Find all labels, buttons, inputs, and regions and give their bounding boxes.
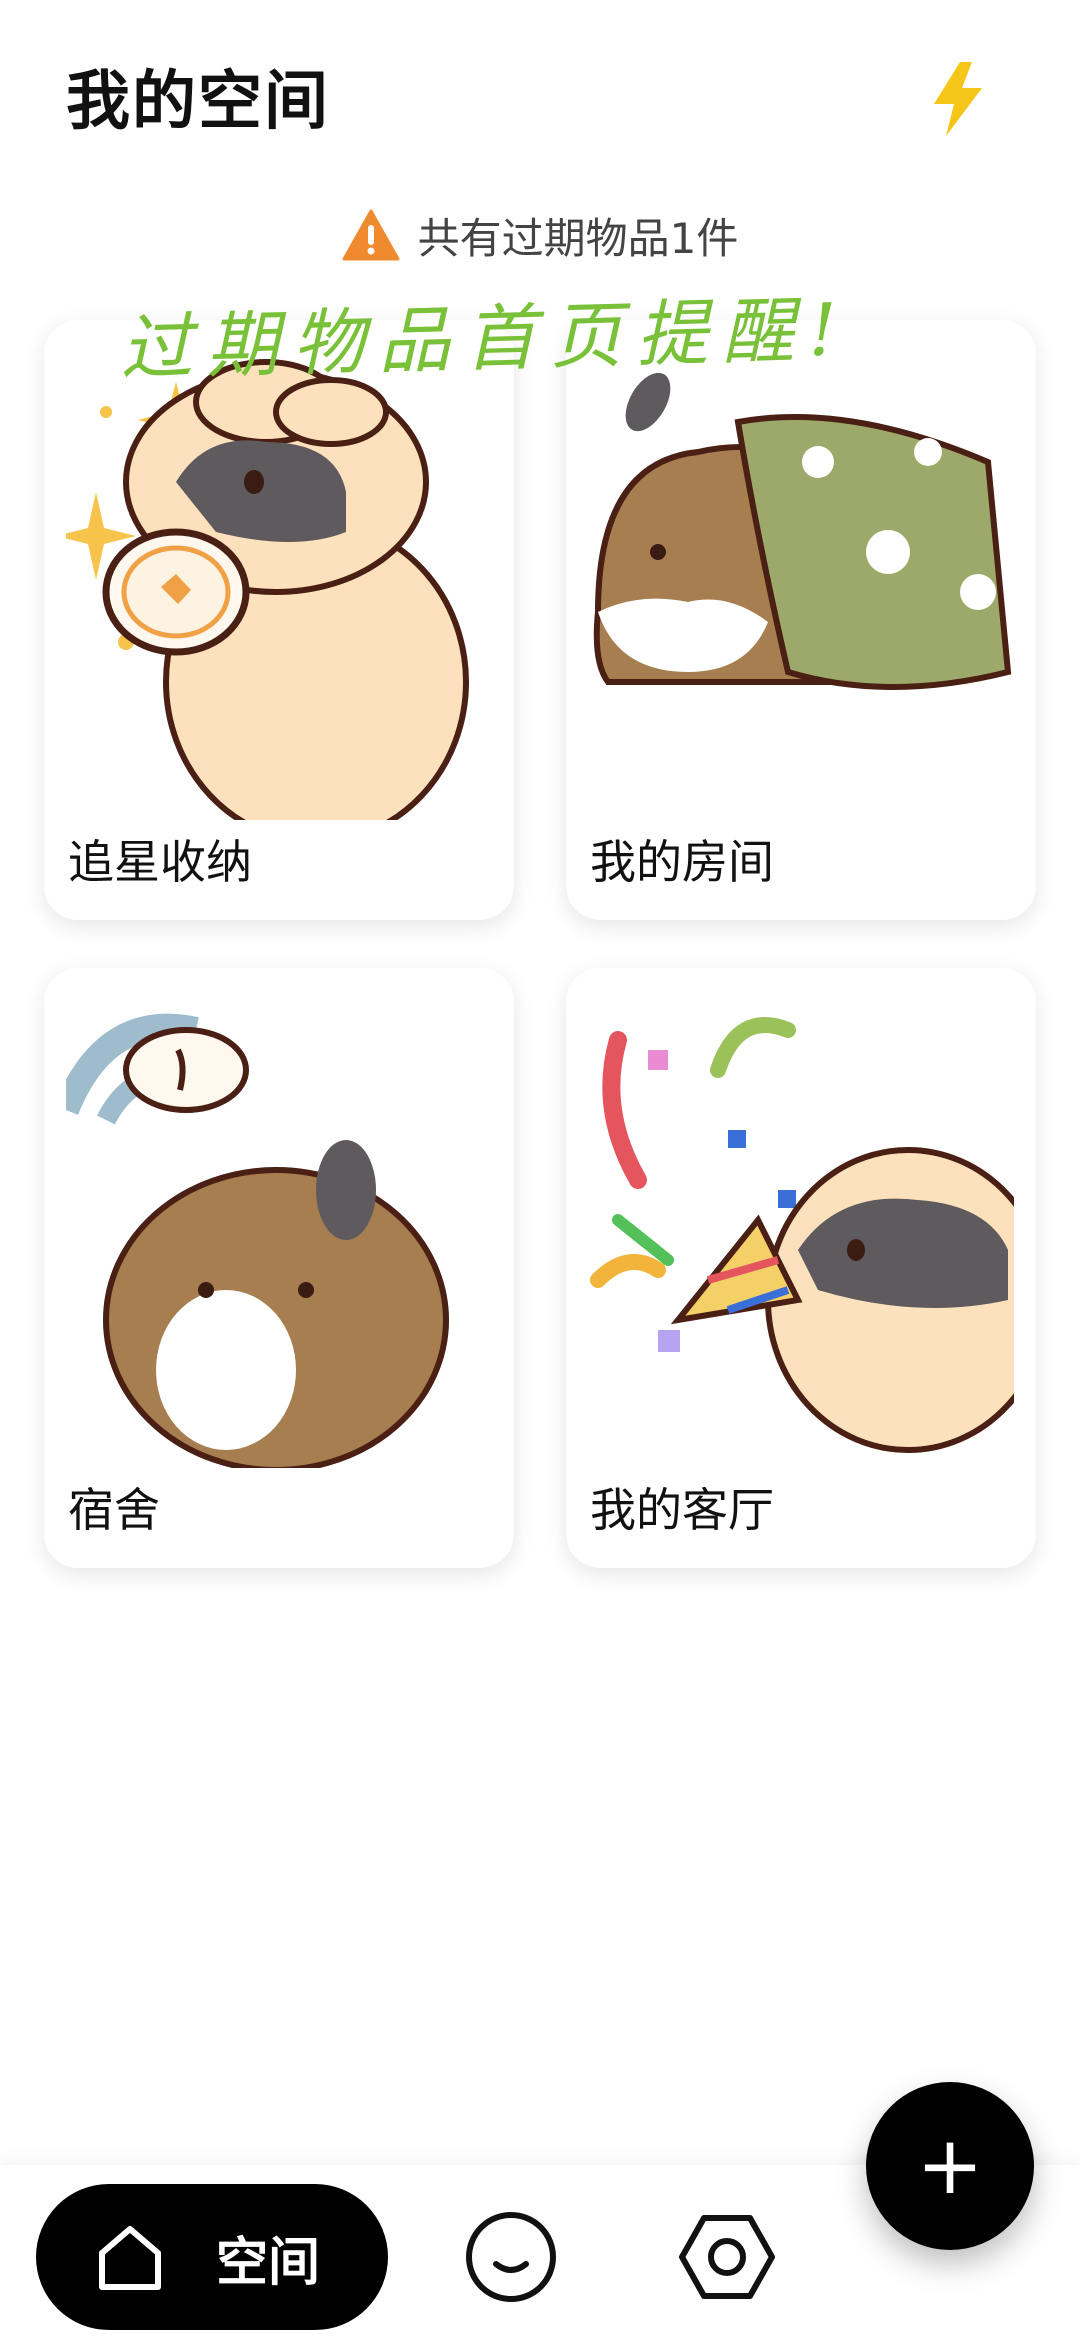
- expired-items-text: 共有过期物品1件: [417, 213, 739, 263]
- space-card-label: 追星收纳: [68, 835, 252, 889]
- bunny-under-blanket-illustration: [593, 372, 1012, 690]
- expired-reminder-annotation: 过期物品首页提醒!: [119, 287, 853, 391]
- space-card-label: 我的客厅: [590, 1483, 774, 1537]
- header: 我的空间: [0, 0, 1080, 190]
- nav-tab-space[interactable]: 空间: [36, 2184, 388, 2330]
- bunny-with-mirror-illustration: [66, 359, 469, 820]
- add-space-button[interactable]: +: [866, 2082, 1034, 2250]
- plus-icon: +: [916, 2119, 984, 2212]
- home-icon: [99, 2226, 161, 2290]
- space-card-dorm[interactable]: 宿舍: [44, 968, 514, 1568]
- space-card-my-room[interactable]: 我的房间: [566, 320, 1036, 920]
- bunny-with-wifi-illustration: [66, 1013, 449, 1468]
- expired-items-notice[interactable]: 共有过期物品1件: [0, 200, 1080, 270]
- space-card-living-room[interactable]: 我的客厅: [566, 968, 1036, 1568]
- space-card-label: 宿舍: [68, 1483, 160, 1537]
- lightning-bolt-icon[interactable]: [930, 62, 986, 136]
- bunny-party-popper-illustration: [590, 1017, 1014, 1453]
- page-title: 我的空间: [66, 65, 330, 139]
- space-card-label: 我的房间: [590, 835, 774, 889]
- warning-triangle-icon: [342, 209, 400, 261]
- settings-hexagon-icon[interactable]: [678, 2208, 776, 2306]
- space-card-star-storage[interactable]: 追星收纳: [44, 320, 514, 920]
- nav-tab-space-label: 空间: [216, 2232, 321, 2293]
- smile-face-icon[interactable]: [462, 2208, 560, 2306]
